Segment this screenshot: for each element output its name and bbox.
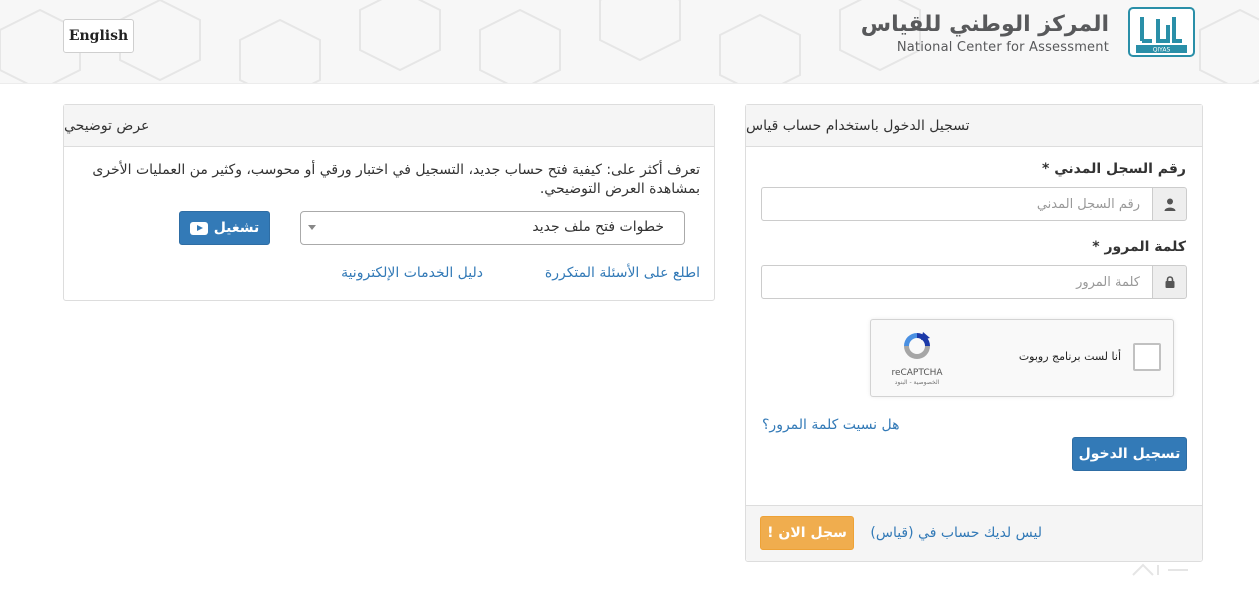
password-input[interactable] bbox=[761, 265, 1152, 299]
login-panel: تسجيل الدخول باستخدام حساب قياس رقم السج… bbox=[745, 104, 1203, 562]
no-account-text: ليس لديك حساب في (قياس) bbox=[870, 525, 1042, 541]
youtube-play-icon bbox=[189, 221, 208, 235]
password-input-group bbox=[761, 265, 1187, 299]
faq-link[interactable]: اطلع على الأسئلة المتكررة bbox=[545, 265, 700, 281]
recaptcha-logo: reCAPTCHA الخصوصية - البنود bbox=[885, 330, 949, 386]
civil-id-input-group bbox=[761, 187, 1187, 221]
recaptcha-links[interactable]: الخصوصية - البنود bbox=[885, 379, 949, 386]
login-panel-footer: ليس لديك حساب في (قياس) سجل الان ! bbox=[746, 505, 1202, 561]
logo-mark-text: QIYAS bbox=[1153, 47, 1171, 54]
forgot-password-link[interactable]: هل نسيت كلمة المرور؟ bbox=[762, 417, 900, 433]
demo-description: تعرف أكثر على: كيفية فتح حساب جديد، التس… bbox=[92, 162, 700, 197]
civil-id-label: رقم السجل المدني * bbox=[1042, 161, 1186, 177]
login-panel-heading: تسجيل الدخول باستخدام حساب قياس bbox=[746, 105, 1202, 147]
play-button-label: تشغيل bbox=[213, 220, 260, 236]
recaptcha-label: أنا لست برنامج روبوت bbox=[1018, 350, 1121, 363]
login-panel-title: تسجيل الدخول باستخدام حساب قياس bbox=[746, 117, 970, 134]
demo-panel-title: عرض توضيحي bbox=[64, 117, 150, 134]
watermark-graphic bbox=[1132, 563, 1188, 576]
recaptcha-checkbox[interactable] bbox=[1133, 343, 1161, 371]
logo-english-name: National Center for Assessment bbox=[896, 40, 1109, 55]
login-button[interactable]: تسجيل الدخول bbox=[1072, 437, 1187, 471]
recaptcha-icon bbox=[904, 332, 930, 359]
demo-panel-heading: عرض توضيحي bbox=[64, 105, 714, 147]
page-header: English المركز الوطني للقياس National Ce… bbox=[0, 0, 1259, 84]
play-button[interactable]: تشغيل bbox=[179, 211, 270, 245]
user-icon bbox=[1152, 187, 1187, 221]
demo-select-value: خطوات فتح ملف جديد bbox=[532, 219, 664, 235]
logo-arabic-name: المركز الوطني للقياس bbox=[860, 12, 1109, 37]
logo-text: المركز الوطني للقياس National Center for… bbox=[861, 10, 1109, 56]
demo-select[interactable]: خطوات فتح ملف جديد bbox=[300, 211, 685, 245]
demo-panel: عرض توضيحي تعرف أكثر على: كيفية فتح حساب… bbox=[63, 104, 715, 301]
recaptcha-widget: أنا لست برنامج روبوت reCAPTCHA الخصوصية … bbox=[870, 319, 1174, 397]
civil-id-input[interactable] bbox=[761, 187, 1152, 221]
qiyas-logo-icon: QIYAS bbox=[1128, 7, 1195, 57]
services-guide-link[interactable]: دليل الخدمات الإلكترونية bbox=[341, 265, 483, 281]
recaptcha-brand: reCAPTCHA bbox=[891, 368, 943, 378]
lock-icon bbox=[1152, 265, 1187, 299]
chevron-down-icon bbox=[308, 225, 316, 230]
signup-button[interactable]: سجل الان ! bbox=[760, 516, 854, 550]
english-language-button[interactable]: English bbox=[63, 19, 134, 53]
password-label: كلمة المرور * bbox=[1092, 239, 1186, 255]
